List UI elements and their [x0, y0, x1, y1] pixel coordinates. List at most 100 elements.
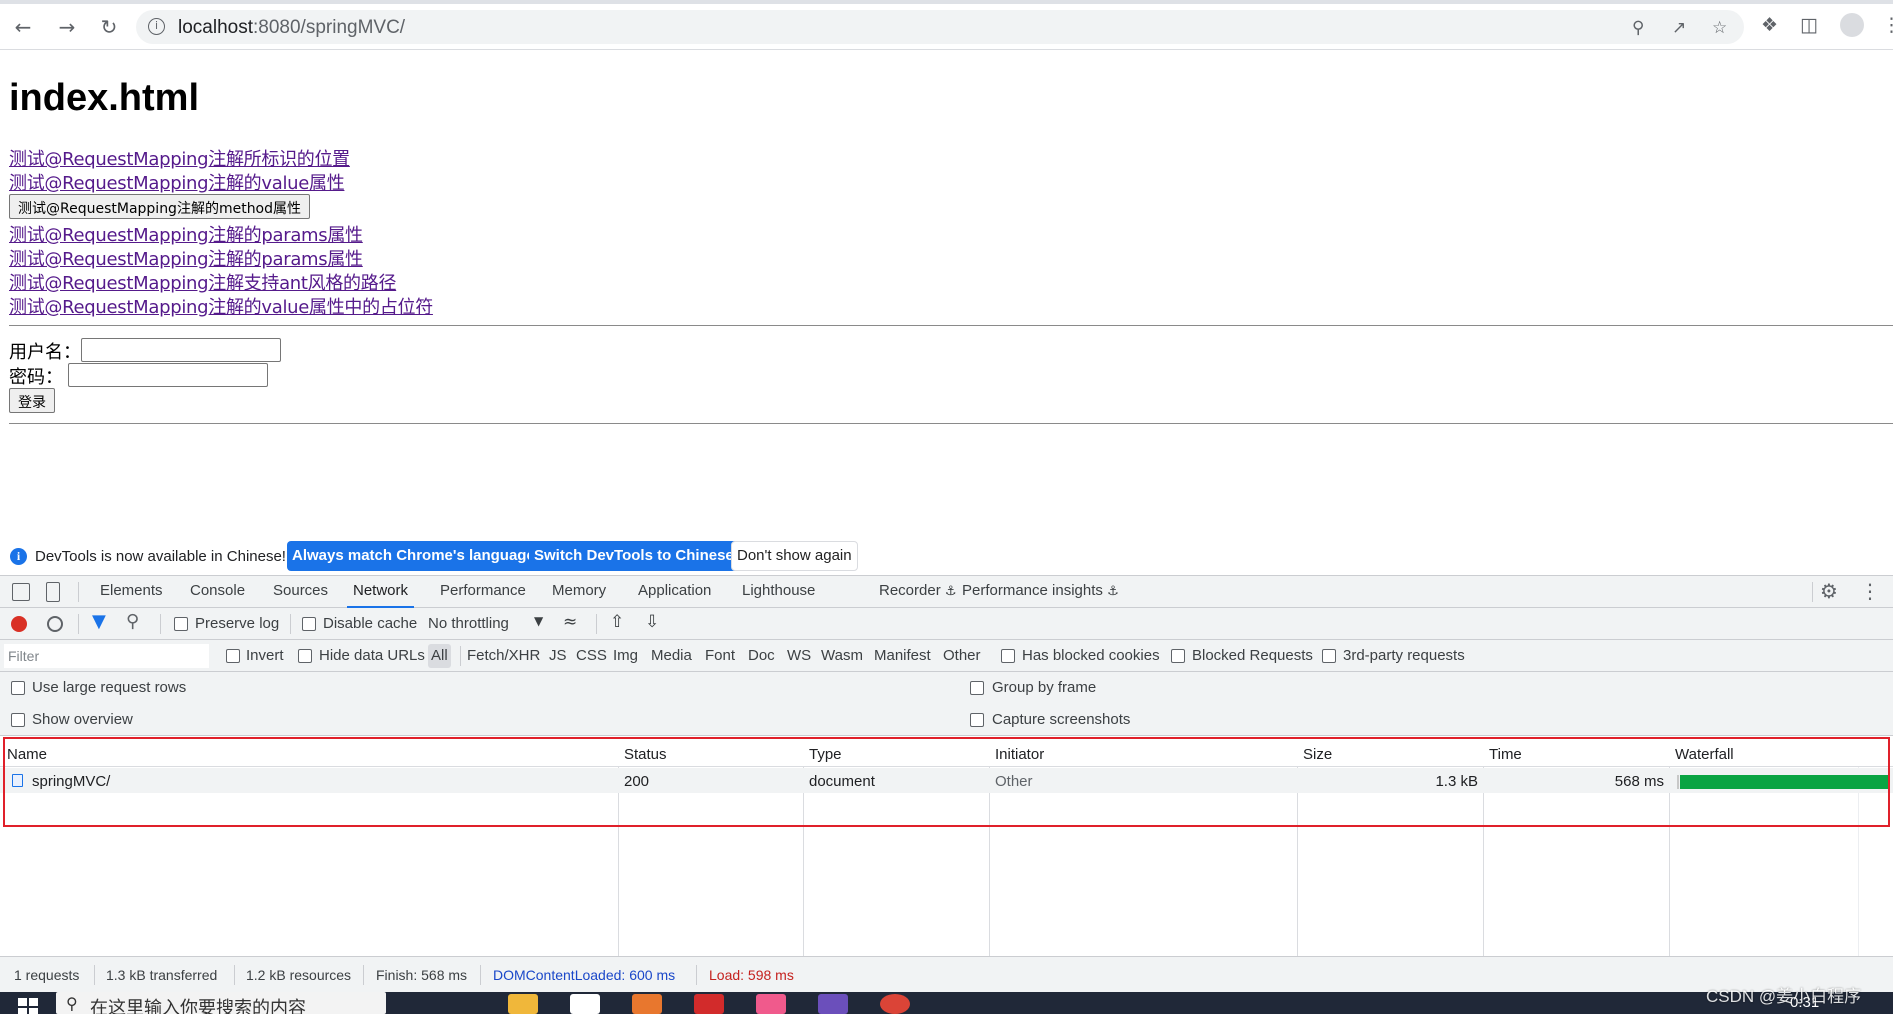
- taskbar-app-icon[interactable]: [756, 994, 786, 1014]
- export-har-icon[interactable]: ⇩: [645, 612, 659, 632]
- type-filter-css[interactable]: CSS: [573, 644, 610, 668]
- capture-screenshots-checkbox[interactable]: [970, 713, 984, 727]
- network-conditions-icon[interactable]: ≈: [563, 612, 577, 632]
- address-bar[interactable]: i localhost:8080/springMVC/ ⚲ ↗ ☆: [136, 10, 1744, 44]
- url-text[interactable]: localhost:8080/springMVC/: [178, 17, 405, 39]
- type-filter-ws[interactable]: WS: [784, 644, 814, 668]
- dont-show-again-button[interactable]: Don't show again: [731, 541, 858, 571]
- side-panel-icon[interactable]: ◫: [1800, 14, 1818, 36]
- separator: [480, 965, 481, 985]
- show-overview-checkbox[interactable]: [11, 713, 25, 727]
- method-attribute-button[interactable]: 测试@RequestMapping注解的method属性: [9, 194, 311, 219]
- site-info-icon[interactable]: i: [148, 18, 165, 35]
- back-arrow-icon[interactable]: ←: [10, 14, 36, 40]
- tab-lighthouse[interactable]: Lighthouse: [736, 576, 821, 608]
- type-filter-font[interactable]: Font: [702, 644, 738, 668]
- login-button[interactable]: 登录: [9, 388, 55, 413]
- windows-start-icon[interactable]: [18, 998, 40, 1014]
- request-status: 200: [624, 773, 650, 790]
- taskbar-app-icon[interactable]: [632, 994, 662, 1014]
- tab-recorder[interactable]: Recorder ⚓: [873, 576, 963, 608]
- tab-performance-insights[interactable]: Performance insights ⚓: [956, 576, 1125, 608]
- tab-elements[interactable]: Elements: [94, 576, 169, 608]
- type-filter-wasm[interactable]: Wasm: [818, 644, 866, 668]
- type-filter-js[interactable]: JS: [546, 644, 570, 668]
- column-header-initiator[interactable]: Initiator: [995, 746, 1044, 763]
- column-header-name[interactable]: Name: [7, 746, 47, 763]
- column-header-status[interactable]: Status: [624, 746, 667, 763]
- file-explorer-icon[interactable]: [508, 994, 538, 1014]
- type-filter-fetch-xhr[interactable]: Fetch/XHR: [464, 644, 543, 668]
- capture-screenshots-label: Capture screenshots: [992, 711, 1131, 728]
- tab-application[interactable]: Application: [632, 576, 717, 608]
- share-icon[interactable]: ↗: [1672, 18, 1686, 38]
- import-har-icon[interactable]: ⇧: [610, 612, 624, 632]
- type-filter-doc[interactable]: Doc: [745, 644, 778, 668]
- search-icon[interactable]: ⚲: [126, 611, 139, 632]
- preserve-log-checkbox[interactable]: [174, 617, 188, 631]
- column-header-waterfall[interactable]: Waterfall: [1675, 746, 1734, 763]
- tab-performance[interactable]: Performance: [434, 576, 532, 608]
- type-filter-manifest[interactable]: Manifest: [871, 644, 934, 668]
- taskbar-app-icon[interactable]: [570, 994, 600, 1014]
- record-icon[interactable]: [11, 616, 27, 632]
- column-header-time[interactable]: Time: [1489, 746, 1522, 763]
- hide-data-urls-checkbox[interactable]: [298, 649, 312, 663]
- taskbar-app-icon[interactable]: [694, 994, 724, 1014]
- inspect-element-icon[interactable]: [12, 583, 30, 601]
- link-params-attribute-2[interactable]: 测试@RequestMapping注解的params属性: [9, 245, 363, 271]
- show-overview-label: Show overview: [32, 711, 133, 728]
- zoom-icon[interactable]: ⚲: [1632, 18, 1644, 38]
- intellij-icon[interactable]: [818, 994, 848, 1014]
- settings-gear-icon[interactable]: ⚙: [1820, 579, 1838, 603]
- throttling-select[interactable]: No throttling: [428, 615, 509, 632]
- bookmark-star-icon[interactable]: ☆: [1712, 18, 1727, 38]
- page-title: index.html: [9, 77, 200, 119]
- chevron-down-icon[interactable]: ▼: [534, 614, 543, 628]
- clear-icon[interactable]: [47, 616, 63, 632]
- username-input[interactable]: [81, 338, 281, 362]
- third-party-checkbox[interactable]: [1322, 649, 1336, 663]
- tab-recorder-label: Recorder: [879, 582, 941, 599]
- link-value-placeholder[interactable]: 测试@RequestMapping注解的value属性中的占位符: [9, 293, 433, 319]
- password-input[interactable]: [68, 363, 268, 387]
- extensions-icon[interactable]: ❖: [1761, 14, 1778, 36]
- link-ant-style-path[interactable]: 测试@RequestMapping注解支持ant风格的路径: [9, 269, 396, 295]
- type-filter-all[interactable]: All: [428, 644, 451, 668]
- separator: [696, 965, 697, 985]
- tab-sources[interactable]: Sources: [267, 576, 334, 608]
- type-filter-img[interactable]: Img: [610, 644, 641, 668]
- profile-avatar-icon[interactable]: [1840, 13, 1864, 37]
- column-header-size[interactable]: Size: [1303, 746, 1332, 763]
- blocked-requests-checkbox[interactable]: [1171, 649, 1185, 663]
- column-header-type[interactable]: Type: [809, 746, 842, 763]
- type-filter-media[interactable]: Media: [648, 644, 695, 668]
- type-filter-other[interactable]: Other: [940, 644, 984, 668]
- link-mapping-location[interactable]: 测试@RequestMapping注解所标识的位置: [9, 145, 350, 171]
- filter-funnel-icon[interactable]: ▼: [92, 611, 106, 632]
- more-options-icon[interactable]: ⋮: [1860, 579, 1880, 603]
- table-row[interactable]: springMVC/ 200 document Other 1.3 kB 568…: [0, 768, 1893, 793]
- has-blocked-cookies-checkbox[interactable]: [1001, 649, 1015, 663]
- device-toolbar-icon[interactable]: [46, 582, 60, 602]
- tab-network[interactable]: Network: [347, 576, 415, 608]
- tab-memory[interactable]: Memory: [546, 576, 612, 608]
- large-rows-checkbox[interactable]: [11, 681, 25, 695]
- taskbar-search-box[interactable]: ⚲ 在这里输入你要搜索的内容: [56, 992, 386, 1014]
- divider: [9, 423, 1893, 424]
- tab-console[interactable]: Console: [184, 576, 251, 608]
- link-params-attribute-1[interactable]: 测试@RequestMapping注解的params属性: [9, 221, 363, 247]
- group-by-frame-checkbox[interactable]: [970, 681, 984, 695]
- switch-to-chinese-button[interactable]: Switch DevTools to Chinese: [529, 541, 739, 571]
- disable-cache-label: Disable cache: [323, 615, 418, 632]
- request-name[interactable]: springMVC/: [32, 773, 110, 790]
- filter-input[interactable]: Filter: [4, 644, 209, 668]
- reload-icon[interactable]: ↻: [96, 14, 122, 40]
- menu-dots-icon[interactable]: ⋮: [1882, 14, 1893, 36]
- disable-cache-checkbox[interactable]: [302, 617, 316, 631]
- chrome-icon[interactable]: [880, 994, 910, 1014]
- always-match-language-button[interactable]: Always match Chrome's language: [287, 541, 540, 571]
- forward-arrow-icon[interactable]: →: [54, 14, 80, 40]
- link-value-attribute[interactable]: 测试@RequestMapping注解的value属性: [9, 169, 345, 195]
- invert-checkbox[interactable]: [226, 649, 240, 663]
